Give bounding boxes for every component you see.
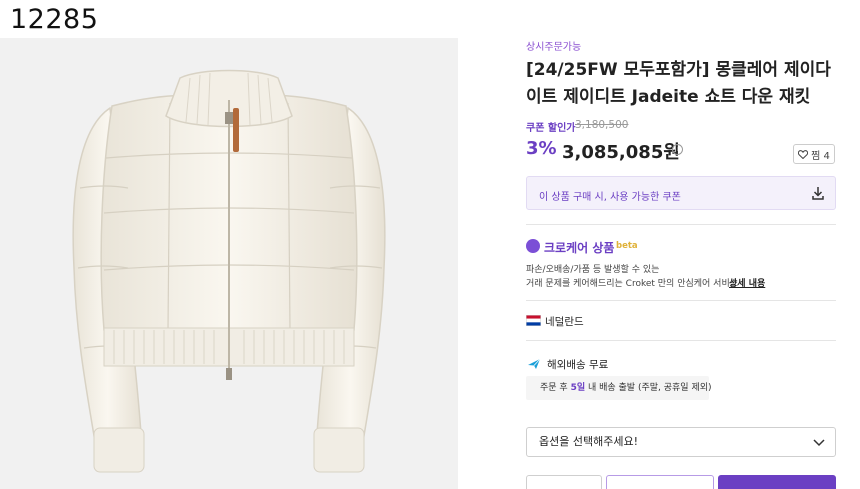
netherlands-flag-icon [526,315,541,326]
chevron-down-icon [813,439,825,447]
quantity-button[interactable] [526,475,602,489]
beta-badge: beta [616,241,638,251]
care-title: 크로케어 상품 [544,241,615,255]
coupon-banner[interactable]: 이 상품 구매 시, 사용 가능한 쿠폰 [526,176,836,210]
wishlist-button[interactable]: 찜 4 [793,144,835,164]
care-logo-icon [526,239,540,253]
buy-now-button[interactable] [718,475,836,489]
shipping-note: 주문 후 5일 내 배송 출발 (주말, 공휴일 제외) [526,376,712,400]
product-image[interactable] [0,38,458,489]
option-select[interactable]: 옵션을 선택해주세요! [526,427,836,457]
shipping-note-suffix: 내 배송 출발 (주말, 공휴일 제외) [585,383,712,393]
care-description-line1: 파손/오배송/가품 등 발생할 수 있는 [526,265,660,275]
add-to-cart-button[interactable] [606,475,714,489]
shipping-days: 5일 [570,383,586,393]
wishlist-count: 찜 4 [811,150,830,162]
discount-rate: 3% [526,138,557,159]
origin-country: 네덜란드 [545,316,584,328]
care-description-line2: 거래 문제를 케어해드리는 Croket 만의 안심케어 서비스 [526,279,739,289]
availability-badge: 상시주문가능 [526,42,582,53]
divider [526,340,836,341]
airplane-icon [528,358,541,369]
divider [526,300,836,301]
heart-icon [798,149,809,159]
shipping-label: 해외배송 무료 [547,359,609,371]
option-placeholder: 옵션을 선택해주세요! [539,435,638,448]
coupon-banner-text: 이 상품 구매 시, 사용 가능한 쿠폰 [539,192,681,203]
info-icon[interactable]: i [672,144,683,155]
shipping-note-prefix: 주문 후 [540,383,571,393]
original-price: 3,180,500 [575,119,629,131]
download-icon[interactable] [811,185,825,201]
coupon-price-label: 쿠폰 할인가 [526,123,576,134]
divider [526,224,836,225]
jacket-illustration [72,69,386,473]
item-id-label: 12285 [10,4,99,35]
sale-price: 3,085,085원 [562,142,680,163]
product-title: [24/25FW 모두포함가] 몽클레어 제이다이트 제이디트 Jadeite … [526,60,831,107]
care-details-link[interactable]: 상세 내용 [729,276,765,289]
